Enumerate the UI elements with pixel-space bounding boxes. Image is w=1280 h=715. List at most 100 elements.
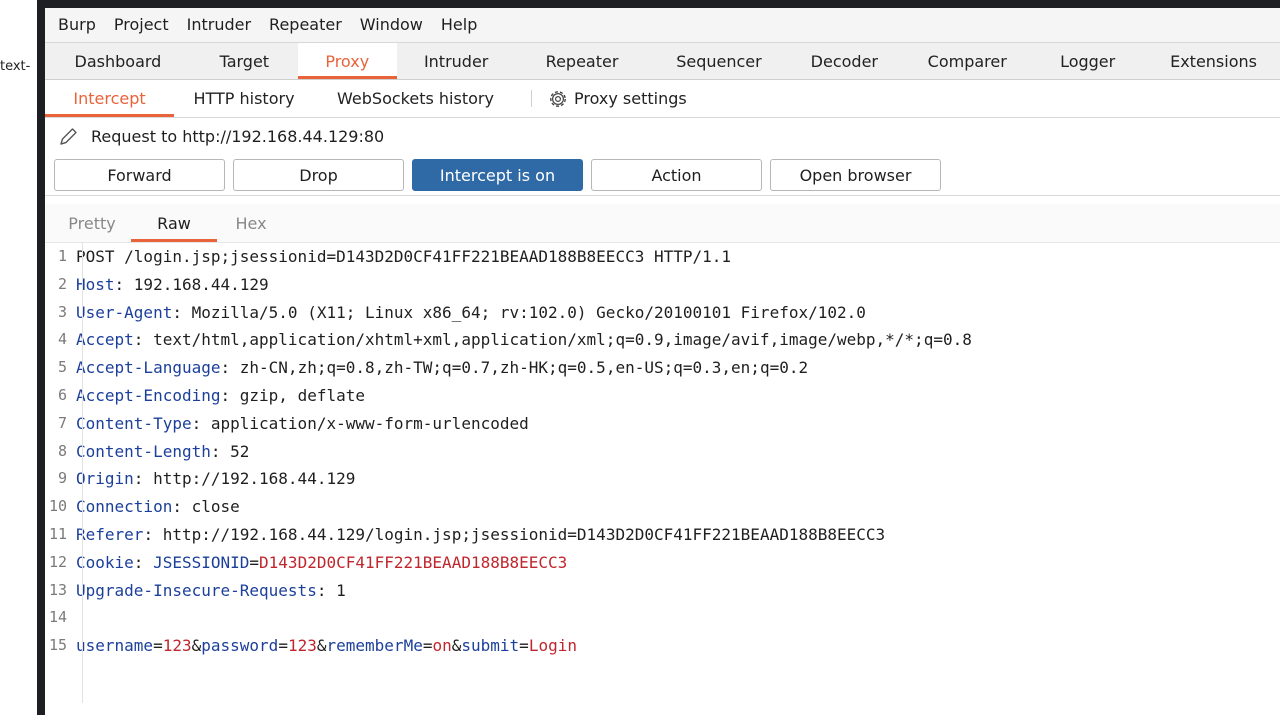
menu-help[interactable]: Help [432, 8, 486, 42]
line-number: 12 [48, 552, 67, 571]
tab-logger[interactable]: Logger [1035, 43, 1140, 79]
forward-button[interactable]: Forward [54, 159, 225, 191]
header-name: Upgrade-Insecure-Requests [76, 580, 317, 600]
menu-intruder[interactable]: Intruder [178, 8, 260, 42]
proxy-sub-tabs: Intercept HTTP history WebSockets histor… [45, 80, 1280, 118]
window-frame-left [37, 0, 45, 715]
request-line: POST /login.jsp;jsessionid=D143D2D0CF41F… [76, 247, 732, 266]
param-value: 123 [287, 636, 317, 656]
code-line: 9 Origin: http://192.168.44.129 [45, 465, 1280, 493]
tab-comparer[interactable]: Comparer [899, 43, 1035, 79]
menu-burp[interactable]: Burp [49, 8, 105, 42]
intercept-toggle-button[interactable]: Intercept is on [412, 159, 583, 191]
line-number: 14 [48, 608, 67, 627]
code-line: 5 Accept-Language: zh-CN,zh;q=0.8,zh-TW;… [45, 354, 1280, 382]
tab-separator [531, 90, 532, 107]
code-line: 10 Connection: close [45, 493, 1280, 521]
param-name: username [76, 636, 154, 656]
code-line: 12 Cookie: JSESSIONID=D143D2D0CF41FF221B… [45, 549, 1280, 577]
code-line: 8 Content-Length: 52 [45, 438, 1280, 466]
code-line: 11 Referer: http://192.168.44.129/login.… [45, 521, 1280, 549]
window-frame-top [37, 0, 1280, 8]
header-value: http://192.168.44.129 [153, 469, 356, 489]
menu-repeater[interactable]: Repeater [260, 8, 351, 42]
line-number: 15 [48, 636, 67, 655]
tab-repeater[interactable]: Repeater [516, 43, 649, 79]
tab-hex[interactable]: Hex [217, 204, 285, 242]
code-line: 2 Host: 192.168.44.129 [45, 271, 1280, 299]
intercept-toolbar: Forward Drop Intercept is on Action Open… [45, 155, 1280, 196]
code-line: 4 Accept: text/html,application/xhtml+xm… [45, 326, 1280, 354]
line-number: 9 [57, 469, 67, 488]
header-value: application/x-www-form-urlencoded [210, 413, 529, 433]
code-line: 1 POST /login.jsp;jsessionid=D143D2D0CF4… [45, 243, 1280, 271]
code-line: 6 Accept-Encoding: gzip, deflate [45, 382, 1280, 410]
param-name: submit [461, 636, 520, 656]
code-line: 7 Content-Type: application/x-www-form-u… [45, 410, 1280, 438]
cookie-value: D143D2D0CF41FF221BEAAD188B8EECC3 [259, 552, 568, 572]
tab-sequencer[interactable]: Sequencer [649, 43, 790, 79]
left-strip-text: text- [0, 59, 31, 74]
line-number: 8 [57, 441, 67, 460]
header-value: text/html,application/xhtml+xml,applicat… [153, 330, 972, 350]
open-browser-button[interactable]: Open browser [770, 159, 941, 191]
param-value: on [432, 636, 452, 656]
request-editor[interactable]: 1 POST /login.jsp;jsessionid=D143D2D0CF4… [45, 243, 1280, 703]
tab-websockets-history[interactable]: WebSockets history [314, 80, 517, 117]
line-number: 13 [48, 580, 67, 599]
pencil-icon [60, 127, 77, 145]
tab-http-history[interactable]: HTTP history [174, 80, 314, 117]
param-name: password [201, 636, 279, 656]
header-value: gzip, deflate [239, 385, 365, 405]
tab-intruder[interactable]: Intruder [397, 43, 516, 79]
menu-bar: Burp Project Intruder Repeater Window He… [45, 8, 1280, 43]
tab-raw[interactable]: Raw [131, 204, 217, 242]
param-name: rememberMe [326, 636, 423, 656]
tab-dashboard[interactable]: Dashboard [45, 43, 191, 79]
drop-button[interactable]: Drop [233, 159, 404, 191]
header-name: Connection [76, 497, 173, 517]
param-value: Login [528, 636, 577, 656]
header-value: http://192.168.44.129/login.jsp;jsession… [162, 524, 886, 544]
line-number: 10 [48, 497, 67, 516]
header-value: Mozilla/5.0 (X11; Linux x86_64; rv:102.0… [191, 302, 866, 322]
header-value: 1 [336, 580, 346, 600]
line-number: 2 [57, 274, 67, 293]
gear-icon [550, 90, 566, 107]
message-editor-tabs: Pretty Raw Hex [45, 204, 1280, 243]
header-name: Content-Type [76, 413, 192, 433]
param-value: 123 [162, 636, 192, 656]
header-value: zh-CN,zh;q=0.8,zh-TW;q=0.7,zh-HK;q=0.5,e… [239, 358, 809, 378]
line-number: 6 [57, 385, 67, 404]
action-button[interactable]: Action [591, 159, 762, 191]
tab-extensions[interactable]: Extensions [1140, 43, 1280, 79]
cookie-name: JSESSIONID [153, 552, 250, 572]
menu-project[interactable]: Project [105, 8, 178, 42]
tab-proxy[interactable]: Proxy [297, 43, 397, 79]
request-header: Request to http://192.168.44.129:80 [45, 118, 1280, 155]
header-name: Referer [76, 524, 144, 544]
header-name: Content-Length [76, 441, 211, 461]
header-value: 192.168.44.129 [133, 274, 269, 294]
code-line: 14 [45, 604, 1280, 632]
header-name: Cookie [76, 552, 134, 572]
header-name: Accept-Encoding [76, 385, 221, 405]
line-number: 11 [48, 524, 67, 543]
proxy-settings-label: Proxy settings [574, 89, 687, 108]
code-line: 15 username=123&password=123&rememberMe=… [45, 632, 1280, 660]
header-name: Accept [76, 330, 134, 350]
line-number: 1 [57, 247, 67, 265]
tab-intercept[interactable]: Intercept [45, 80, 174, 117]
header-name: User-Agent [76, 302, 173, 322]
code-line: 3 User-Agent: Mozilla/5.0 (X11; Linux x8… [45, 299, 1280, 327]
tab-decoder[interactable]: Decoder [789, 43, 899, 79]
proxy-settings-button[interactable]: Proxy settings [546, 80, 697, 117]
tab-target[interactable]: Target [191, 43, 298, 79]
main-tabs: Dashboard Target Proxy Intruder Repeater… [45, 43, 1280, 80]
line-number: 7 [57, 413, 67, 432]
tab-pretty[interactable]: Pretty [53, 204, 131, 242]
burp-window: Burp Project Intruder Repeater Window He… [45, 8, 1280, 715]
line-number: 3 [57, 302, 67, 321]
line-number: 4 [57, 330, 67, 349]
menu-window[interactable]: Window [351, 8, 432, 42]
